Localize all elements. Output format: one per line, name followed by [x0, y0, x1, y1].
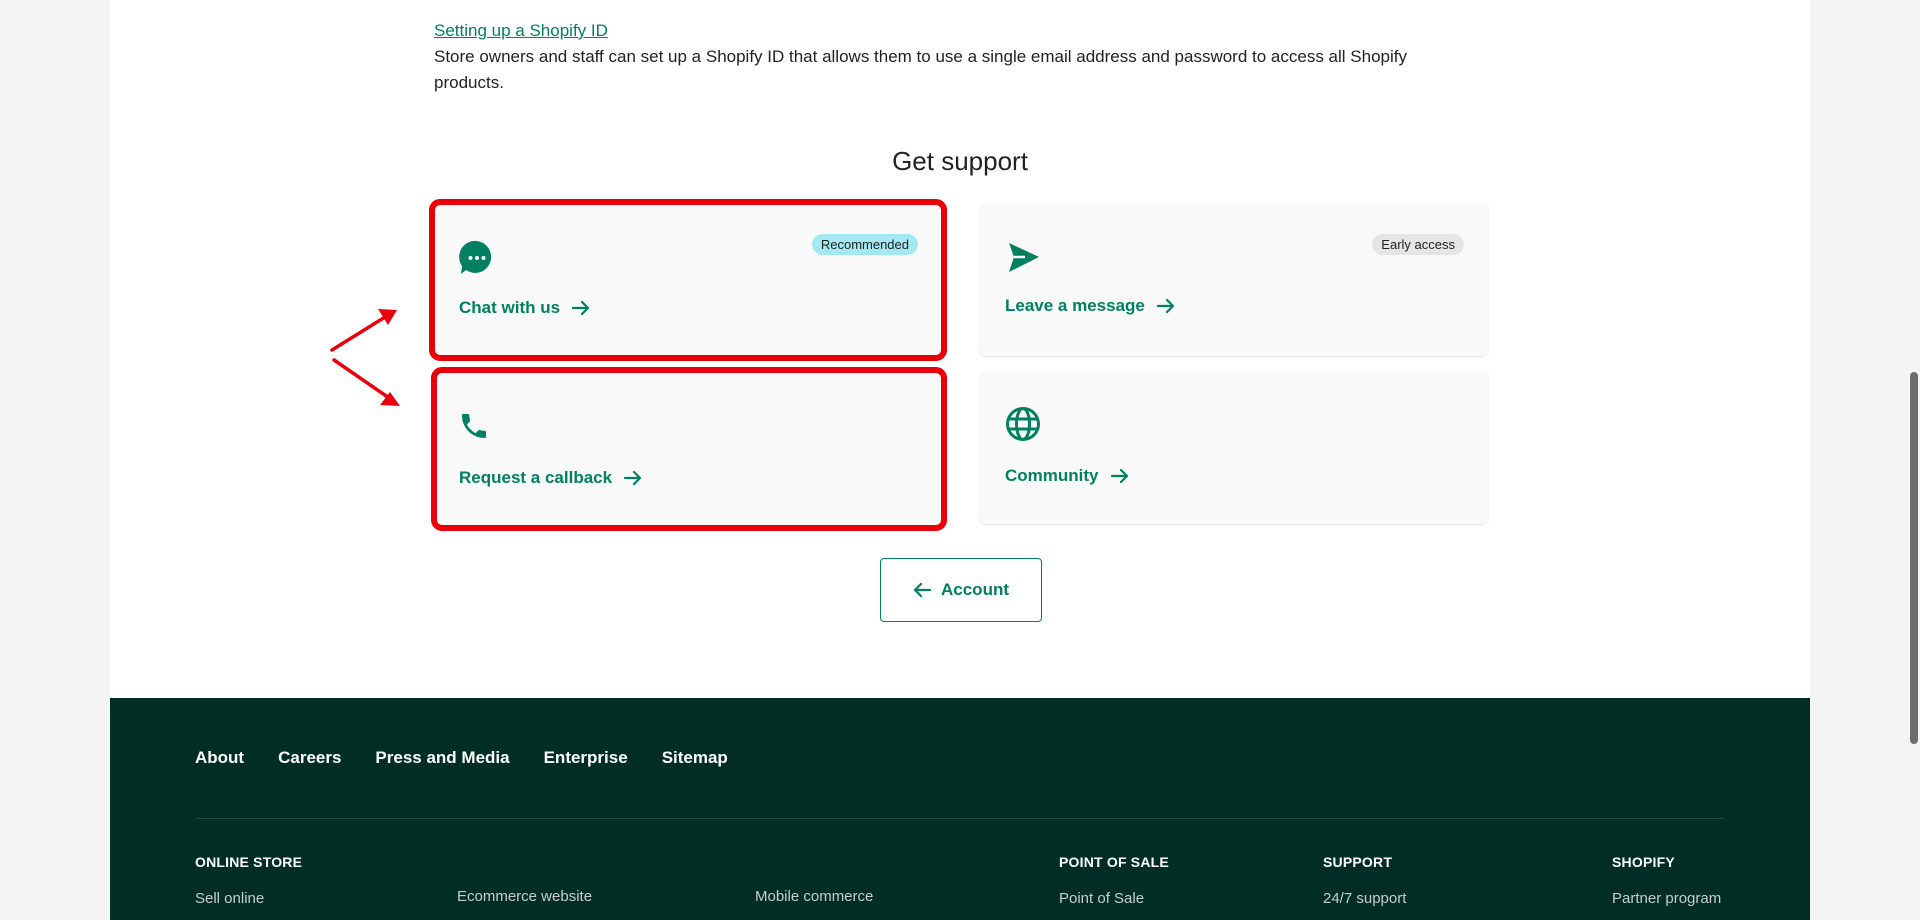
globe-icon — [1006, 407, 1040, 441]
phone-icon — [462, 414, 486, 438]
footer-link-press[interactable]: Press and Media — [375, 748, 509, 768]
community-link[interactable]: Community — [1005, 466, 1129, 486]
send-icon — [1009, 243, 1039, 272]
footer-link-careers[interactable]: Careers — [278, 748, 341, 768]
leave-a-message-label: Leave a message — [1005, 296, 1145, 315]
chat-bubble-icon — [459, 240, 492, 274]
help-page: Setting up a Shopify ID Store owners and… — [110, 0, 1810, 920]
community-label: Community — [1005, 466, 1099, 485]
chat-with-us-label: Chat with us — [459, 298, 561, 317]
scrollbar-thumb[interactable] — [1910, 372, 1918, 744]
arrow-left-icon — [913, 582, 931, 598]
request-callback-card[interactable]: Request a callback — [431, 367, 947, 531]
footer-link-partner-program[interactable]: Partner program — [1612, 890, 1721, 907]
arrow-right-icon — [624, 470, 642, 486]
site-footer: About Careers Press and Media Enterprise… — [110, 698, 1810, 920]
request-callback-link[interactable]: Request a callback — [459, 468, 642, 488]
article-section: Setting up a Shopify ID Store owners and… — [434, 18, 1434, 96]
page-scrollbar[interactable] — [1908, 0, 1920, 920]
footer-link-mobile-commerce[interactable]: Mobile commerce — [755, 888, 873, 905]
footer-column-shopify: SHOPIFY Partner program — [1612, 854, 1721, 907]
footer-link-about[interactable]: About — [195, 748, 244, 768]
footer-heading-online-store: ONLINE STORE — [195, 854, 303, 870]
footer-link-point-of-sale[interactable]: Point of Sale — [1059, 890, 1169, 907]
arrow-right-icon — [572, 300, 590, 316]
footer-column-online-store: ONLINE STORE Sell online — [195, 854, 302, 907]
footer-column-support: SUPPORT 24/7 support — [1323, 854, 1406, 907]
annotation-arrow-down — [332, 358, 400, 406]
community-card[interactable]: Community — [980, 372, 1488, 524]
request-callback-label: Request a callback — [459, 468, 613, 487]
chat-with-us-card[interactable]: Recommended Chat with us — [429, 199, 947, 361]
footer-link-sell-online[interactable]: Sell online — [195, 890, 302, 907]
arrow-right-icon — [1110, 468, 1128, 484]
back-to-account-button[interactable]: Account — [880, 558, 1042, 622]
leave-a-message-link[interactable]: Leave a message — [1005, 296, 1175, 316]
shopify-id-description: Store owners and staff can set up a Shop… — [434, 47, 1407, 92]
chat-with-us-link[interactable]: Chat with us — [459, 298, 590, 318]
recommended-badge: Recommended — [811, 234, 918, 255]
footer-heading-pos: POINT OF SALE — [1059, 854, 1169, 870]
leave-a-message-card[interactable]: Early access Leave a message — [980, 204, 1488, 356]
footer-divider — [195, 818, 1724, 819]
footer-link-ecommerce-website[interactable]: Ecommerce website — [457, 888, 592, 905]
annotation-arrow-up — [330, 309, 397, 352]
back-to-account-label: Account — [941, 580, 1009, 599]
footer-heading-shopify: SHOPIFY — [1612, 854, 1675, 870]
footer-link-support[interactable]: 24/7 support — [1323, 890, 1406, 907]
shopify-id-link[interactable]: Setting up a Shopify ID — [434, 18, 608, 44]
footer-column-pos: POINT OF SALE Point of Sale — [1059, 854, 1169, 907]
footer-heading-support: SUPPORT — [1323, 854, 1393, 870]
footer-link-enterprise[interactable]: Enterprise — [544, 748, 628, 768]
footer-nav: About Careers Press and Media Enterprise… — [195, 748, 728, 768]
footer-link-sitemap[interactable]: Sitemap — [662, 748, 728, 768]
get-support-heading: Get support — [892, 146, 1028, 176]
early-access-badge: Early access — [1372, 234, 1464, 255]
arrow-right-icon — [1156, 298, 1174, 314]
